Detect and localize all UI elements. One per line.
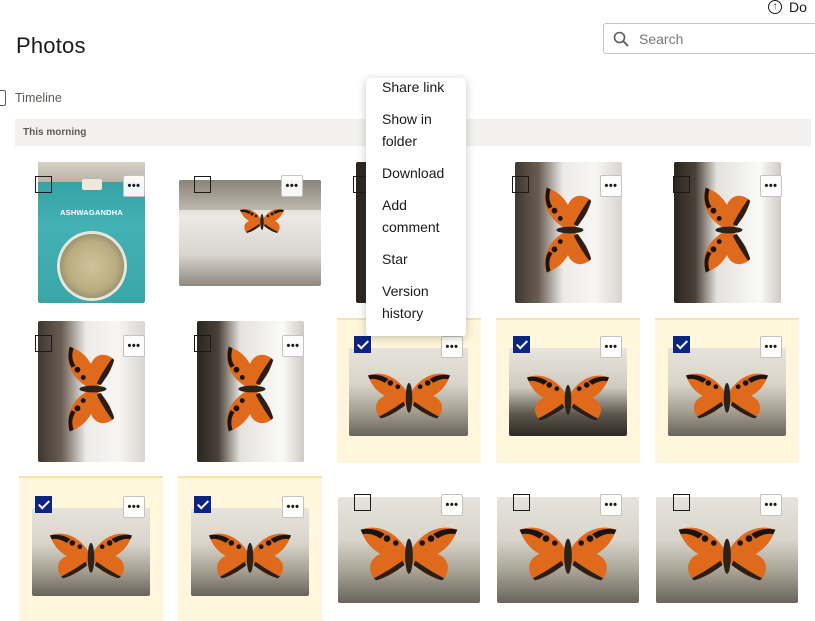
photo-checkbox[interactable] <box>512 176 529 193</box>
photo-tile-selected[interactable]: ••• <box>337 318 481 463</box>
more-options-button[interactable]: ••• <box>760 336 782 358</box>
powder-bowl <box>60 234 124 298</box>
section-title: This morning <box>23 127 87 138</box>
more-options-button[interactable]: ••• <box>282 496 304 518</box>
photo-checkbox[interactable] <box>35 335 52 352</box>
menu-item-show-in-folder[interactable]: Show in folder <box>382 108 466 152</box>
photo-tile[interactable]: ••• <box>496 476 640 621</box>
butterfly-image <box>520 370 616 426</box>
butterfly-image <box>698 174 756 286</box>
more-options-button[interactable]: ••• <box>760 175 782 197</box>
photo-tile[interactable]: ••• <box>655 160 799 305</box>
menu-item-share-link[interactable]: Share link <box>382 76 466 98</box>
search-icon <box>613 31 629 46</box>
photo-checkbox-checked[interactable] <box>35 496 52 513</box>
more-options-button[interactable]: ••• <box>281 175 303 197</box>
more-options-button[interactable]: ••• <box>123 335 145 357</box>
butterfly-image <box>671 521 783 587</box>
more-options-button[interactable]: ••• <box>441 494 463 516</box>
more-options-button[interactable]: ••• <box>600 494 622 516</box>
photo-tile-selected[interactable]: ••• <box>178 476 322 621</box>
timeline-checkbox[interactable] <box>0 90 6 106</box>
photo-checkbox-checked[interactable] <box>194 496 211 513</box>
photo-thumbnail[interactable] <box>349 348 468 436</box>
photo-thumbnail[interactable] <box>32 508 150 596</box>
butterfly-image <box>539 174 597 286</box>
butterfly-image <box>202 528 298 584</box>
context-menu: Share link Show in folder Download Add c… <box>366 78 466 336</box>
photo-tile[interactable]: ••• <box>655 476 799 621</box>
more-options-button[interactable]: ••• <box>123 496 145 518</box>
more-options-button[interactable]: ••• <box>760 494 782 516</box>
search-input[interactable] <box>637 29 801 48</box>
photo-tile-selected[interactable]: ••• <box>655 318 799 463</box>
butterfly-image <box>353 521 465 587</box>
photo-checkbox[interactable] <box>354 494 371 511</box>
search-box[interactable] <box>603 23 815 54</box>
photo-thumbnail[interactable] <box>509 348 627 436</box>
photo-checkbox-checked[interactable] <box>673 336 690 353</box>
menu-item-star[interactable]: Star <box>382 248 466 270</box>
timeline-label[interactable]: Timeline <box>15 91 62 105</box>
photo-tile[interactable]: ••• <box>337 476 481 621</box>
butterfly-image <box>679 368 775 424</box>
upload-icon: ↑ <box>768 0 782 14</box>
menu-item-add-comment[interactable]: Add comment <box>382 194 466 238</box>
photo-tile[interactable]: ASHWAGANDHA ••• <box>19 160 163 305</box>
package-text: ASHWAGANDHA <box>60 208 124 217</box>
brand-logo <box>82 179 102 190</box>
photo-checkbox-checked[interactable] <box>354 336 371 353</box>
page-title: Photos <box>16 33 86 58</box>
more-options-button[interactable]: ••• <box>282 335 304 357</box>
more-options-button[interactable]: ••• <box>600 336 622 358</box>
upload-button[interactable]: ↑ Do <box>768 0 807 15</box>
menu-item-version-history[interactable]: Version history <box>382 280 466 324</box>
photo-checkbox[interactable] <box>673 494 690 511</box>
butterfly-image <box>361 368 457 424</box>
photo-thumbnail[interactable] <box>191 508 309 596</box>
photo-checkbox[interactable] <box>194 176 211 193</box>
menu-item-download[interactable]: Download <box>382 162 466 184</box>
butterfly-image <box>62 333 120 445</box>
photo-tile-selected[interactable]: ••• <box>19 476 163 621</box>
photo-checkbox[interactable] <box>35 176 52 193</box>
photo-tile-selected[interactable]: ••• <box>496 318 640 463</box>
more-options-button[interactable]: ••• <box>441 336 463 358</box>
photo-tile[interactable]: ••• <box>178 160 322 305</box>
photo-tile[interactable]: ••• <box>19 320 163 465</box>
upload-label: Do <box>789 0 807 15</box>
butterfly-image <box>237 204 287 238</box>
photo-tile[interactable]: ••• <box>178 320 322 465</box>
photo-checkbox[interactable] <box>513 494 530 511</box>
photo-thumbnail[interactable] <box>668 348 786 436</box>
photo-checkbox-checked[interactable] <box>513 336 530 353</box>
more-options-button[interactable]: ••• <box>600 175 622 197</box>
more-options-button[interactable]: ••• <box>123 175 145 197</box>
butterfly-image <box>43 528 139 584</box>
butterfly-image <box>221 333 279 445</box>
photo-checkbox[interactable] <box>673 176 690 193</box>
photo-tile[interactable]: ••• <box>496 160 640 305</box>
photo-checkbox[interactable] <box>194 335 211 352</box>
butterfly-image <box>512 521 624 587</box>
